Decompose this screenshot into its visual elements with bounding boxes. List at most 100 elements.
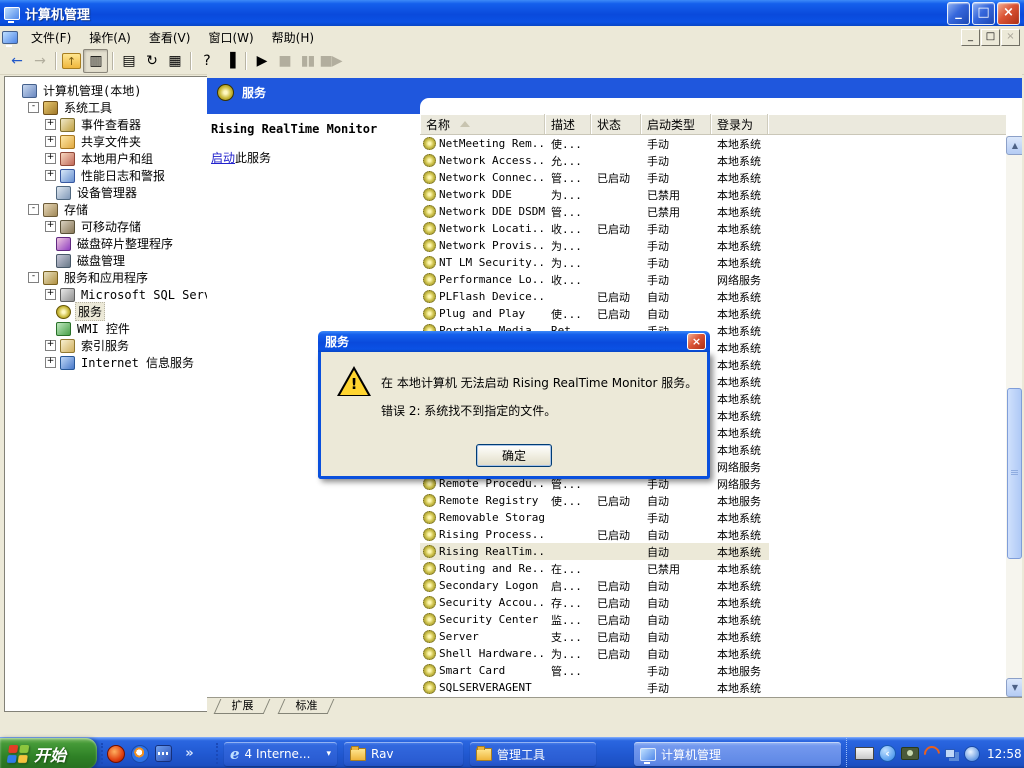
tab-standard[interactable]: 标准 [277, 699, 335, 714]
column-header-0[interactable]: 名称 [420, 114, 545, 134]
service-row[interactable]: Performance Lo... 收... 手动 网络服务 [420, 271, 1006, 288]
export-list-icon[interactable]: ▦ [163, 50, 186, 72]
vertical-scrollbar[interactable]: ▲ ▼ [1006, 136, 1022, 697]
tree-item[interactable]: + 本地用户和组 [5, 150, 207, 167]
network-icon[interactable] [945, 749, 955, 758]
tab-extended[interactable]: 扩展 [213, 699, 271, 714]
service-row[interactable]: Routing and Re... 在... 已禁用 本地系统 [420, 560, 1006, 577]
service-row[interactable]: SQLSERVERAGENT 手动 本地系统 [420, 679, 1006, 696]
properties-icon[interactable]: ▤ [117, 50, 140, 72]
tree-item[interactable]: + 性能日志和警报 [5, 167, 207, 184]
tree-item[interactable]: - 存储 [5, 201, 207, 218]
service-row[interactable]: Network Connec... 管... 已启动 手动 本地系统 [420, 169, 1006, 186]
media-player-icon[interactable] [130, 744, 149, 763]
service-row[interactable]: Server 支... 已启动 自动 本地系统 [420, 628, 1006, 645]
taskband-handle[interactable] [216, 743, 221, 764]
service-row[interactable]: Network DDE DSDM 管... 已禁用 本地系统 [420, 203, 1006, 220]
tree-item[interactable]: + 事件查看器 [5, 116, 207, 133]
back-icon[interactable]: ← [5, 50, 28, 72]
column-header-1[interactable]: 描述 [545, 114, 591, 134]
expand-icon[interactable]: + [45, 289, 56, 300]
up-one-level-icon[interactable]: ↑ [60, 50, 83, 72]
movie-maker-icon[interactable] [154, 744, 173, 763]
column-header-3[interactable]: 启动类型 [641, 114, 711, 134]
menu-item-4[interactable]: 帮助(H) [263, 27, 323, 48]
expand-icon[interactable]: + [45, 340, 56, 351]
service-row[interactable]: Network Access... 允... 手动 本地系统 [420, 152, 1006, 169]
service-row[interactable]: Removable Storage 手动 本地系统 [420, 509, 1006, 526]
expand-icon[interactable]: + [45, 357, 56, 368]
column-header-2[interactable]: 状态 [591, 114, 641, 134]
title-bar[interactable]: 计算机管理 _ □ × [0, 0, 1024, 26]
service-row[interactable]: Rising Process... 已启动 自动 本地系统 [420, 526, 1006, 543]
dialog-title-bar[interactable]: 服务 × [318, 331, 710, 352]
scroll-down-button[interactable]: ▼ [1006, 678, 1022, 697]
child-window-icon[interactable] [2, 30, 18, 47]
camera-icon[interactable] [901, 747, 919, 760]
help-icon[interactable]: ? [195, 50, 218, 72]
taskbar-button[interactable]: 管理工具 [470, 742, 596, 766]
tree-item[interactable]: 磁盘管理 [5, 252, 207, 269]
show-hide-tree-icon[interactable]: ▥ [83, 49, 108, 73]
taskbar-button[interactable]: Rav [344, 742, 463, 766]
hide-icons-chevron[interactable]: ‹ [879, 745, 896, 762]
tree-item[interactable]: + 索引服务 [5, 337, 207, 354]
minimize-button[interactable]: _ [947, 1, 970, 25]
service-row[interactable]: Rising RealTim... 自动 本地系统 [420, 543, 1006, 560]
rising-antivirus-icon[interactable] [106, 744, 125, 763]
tree-item[interactable]: + 共享文件夹 [5, 133, 207, 150]
taskbar-button[interactable]: 计算机管理 [634, 742, 841, 766]
menu-item-3[interactable]: 窗口(W) [199, 27, 262, 48]
show-window-icon[interactable]: ▐ [218, 50, 241, 72]
service-row[interactable]: Remote Registry 使... 已启动 自动 本地服务 [420, 492, 1006, 509]
ok-button[interactable]: 确定 [476, 444, 552, 467]
clock-icon[interactable] [964, 745, 980, 762]
service-row[interactable]: Network DDE 为... 已禁用 本地系统 [420, 186, 1006, 203]
menu-item-0[interactable]: 文件(F) [22, 27, 80, 48]
restore-button[interactable]: □ [972, 1, 995, 25]
service-row[interactable]: Network Locati... 收... 已启动 手动 本地系统 [420, 220, 1006, 237]
tree-item[interactable]: 服务 [5, 302, 207, 321]
close-button[interactable]: × [997, 1, 1020, 25]
tree-item[interactable]: - 服务和应用程序 [5, 269, 207, 286]
menu-item-2[interactable]: 查看(V) [140, 27, 200, 48]
collapse-icon[interactable]: - [28, 102, 39, 113]
tree-item[interactable]: WMI 控件 [5, 320, 207, 337]
expand-icon[interactable]: + [45, 170, 56, 181]
expand-icon[interactable]: + [45, 119, 56, 130]
child-minimize-button[interactable]: _ [961, 28, 980, 46]
expand-icon[interactable]: + [45, 221, 56, 232]
start-service-link[interactable]: 启动 [211, 151, 235, 165]
tree-item[interactable]: 设备管理器 [5, 184, 207, 201]
tree-item[interactable]: - 系统工具 [5, 99, 207, 116]
service-row[interactable]: PLFlash Device... 已启动 自动 本地系统 [420, 288, 1006, 305]
service-row[interactable]: Plug and Play 使... 已启动 自动 本地系统 [420, 305, 1006, 322]
service-row[interactable]: NetMeeting Rem... 使... 手动 本地系统 [420, 135, 1006, 152]
service-row[interactable]: Shell Hardware... 为... 已启动 自动 本地系统 [420, 645, 1006, 662]
menu-item-1[interactable]: 操作(A) [80, 27, 140, 48]
group-dropdown-icon[interactable]: ▾ [326, 749, 331, 759]
expand-icon[interactable]: + [45, 136, 56, 147]
tree-item[interactable]: 计算机管理(本地) [5, 82, 207, 99]
taskbar-button[interactable]: e4 Interne... ▾ [224, 742, 337, 766]
service-row[interactable]: Network Provis... 为... 手动 本地系统 [420, 237, 1006, 254]
service-row[interactable]: Secondary Logon 启... 已启动 自动 本地系统 [420, 577, 1006, 594]
refresh-icon[interactable]: ↻ [140, 50, 163, 72]
tree-item[interactable]: 磁盘碎片整理程序 [5, 235, 207, 252]
service-row[interactable]: Smart Card 管... 手动 本地服务 [420, 662, 1006, 679]
scrollbar-thumb[interactable] [1007, 388, 1022, 559]
service-row[interactable]: NT LM Security... 为... 手动 本地系统 [420, 254, 1006, 271]
start-button[interactable]: 开始 [0, 738, 97, 768]
tree-item[interactable]: + Internet 信息服务 [5, 354, 207, 371]
tree-item[interactable]: + Microsoft SQL Servers [5, 286, 207, 303]
tree-item[interactable]: + 可移动存储 [5, 218, 207, 235]
collapse-icon[interactable]: - [28, 204, 39, 215]
dialog-close-button[interactable]: × [687, 333, 706, 350]
start-service-icon[interactable]: ▶ [250, 50, 273, 72]
collapse-icon[interactable]: - [28, 272, 39, 283]
child-restore-button[interactable]: □ [981, 28, 1000, 46]
column-header-4[interactable]: 登录为 [711, 114, 768, 134]
service-row[interactable]: Security Center 监... 已启动 自动 本地系统 [420, 611, 1006, 628]
quick-launch-chevron[interactable]: » [180, 744, 199, 763]
expand-icon[interactable]: + [45, 153, 56, 164]
